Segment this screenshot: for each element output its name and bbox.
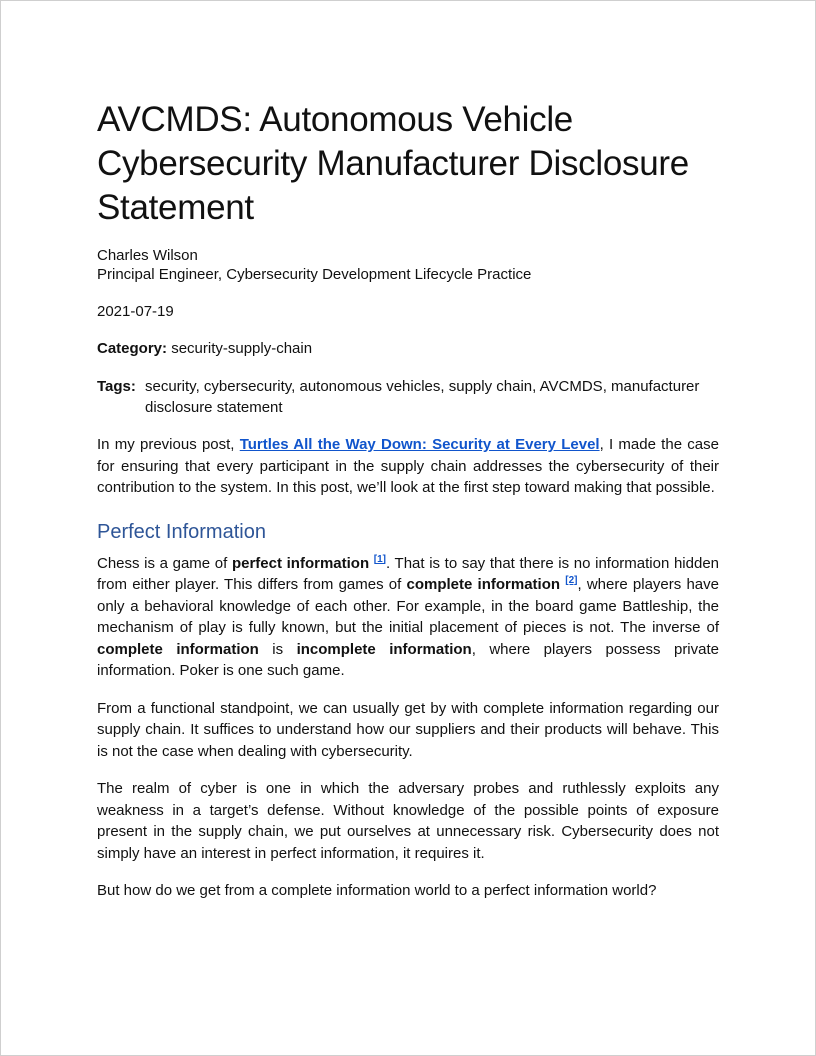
document-title: AVCMDS: Autonomous Vehicle Cybersecurity… (97, 100, 689, 227)
term-incomplete-information: incomplete information (296, 640, 472, 658)
footnote-ref-2[interactable]: [2] (565, 575, 577, 586)
paragraph-cyber: The realm of cyber is one in which the a… (97, 780, 719, 862)
intro-paragraph: In my previous post, Turtles All the Way… (97, 434, 719, 499)
author-block: Charles Wilson Principal Engineer, Cyber… (97, 246, 719, 284)
footnote-ref-1[interactable]: [1] (374, 554, 386, 565)
term-complete-information: complete information (406, 576, 561, 593)
author-role: Principal Engineer, Cybersecurity Develo… (97, 266, 532, 283)
paragraph-chess: Chess is a game of perfect information [… (97, 553, 719, 682)
term-perfect-information: perfect information (231, 554, 370, 572)
publish-date: 2021-07-19 (97, 303, 174, 320)
section-heading: Perfect Information (97, 520, 266, 543)
category-value: security-supply-chain (171, 340, 313, 357)
term-complete-information: complete information (97, 640, 259, 658)
tags-line: Tags: security, cybersecurity, autonomou… (97, 376, 719, 418)
text-run: Chess is a game of (97, 554, 232, 572)
document-page: AVCMDS: Autonomous Vehicle Cybersecurity… (0, 0, 816, 1056)
category-label: Category: (97, 340, 168, 357)
tags-label: Tags: (97, 378, 136, 395)
text-run: is (258, 640, 297, 658)
author-name: Charles Wilson (97, 247, 198, 264)
intro-text-start: In my previous post, (97, 436, 240, 453)
tags-value: security, cybersecurity, autonomous vehi… (145, 378, 700, 416)
paragraph-functional: From a functional standpoint, we can usu… (97, 699, 719, 760)
previous-post-link[interactable]: Turtles All the Way Down: Security at Ev… (240, 436, 600, 453)
category-line: Category: security-supply-chain (97, 339, 719, 358)
paragraph-question: But how do we get from a complete inform… (97, 882, 657, 899)
